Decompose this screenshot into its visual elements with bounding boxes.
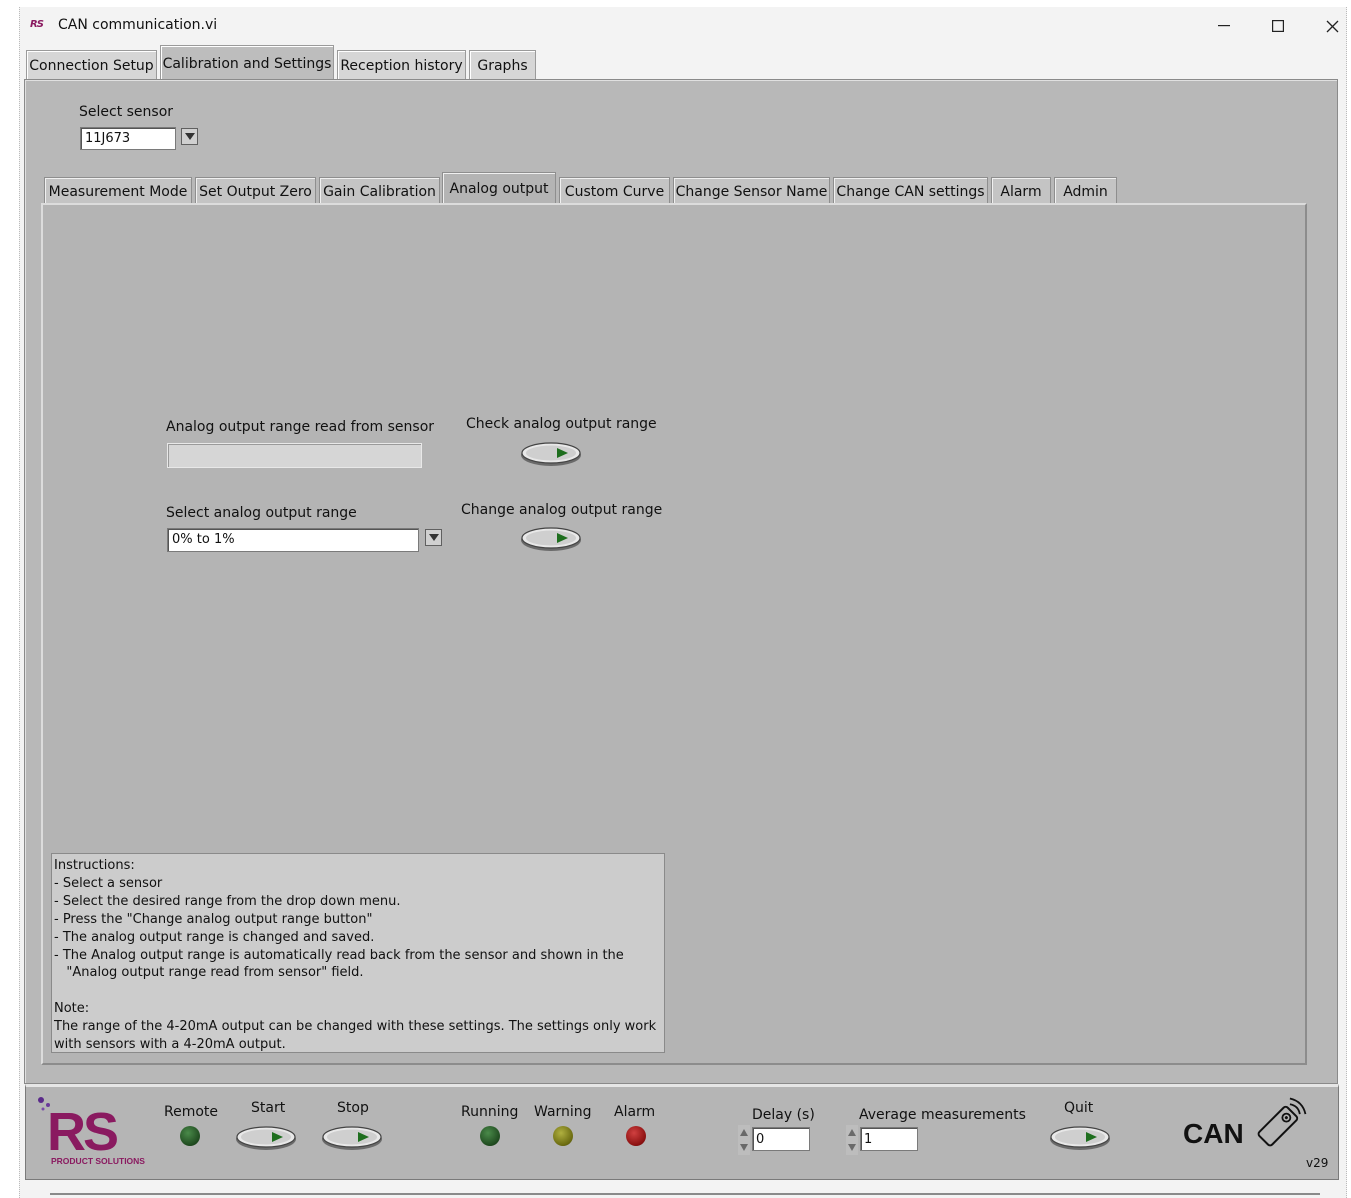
subtab-measurement-mode[interactable]: Measurement Mode bbox=[44, 177, 192, 205]
select-sensor-label: Select sensor bbox=[79, 104, 174, 120]
minimize-icon bbox=[1218, 25, 1230, 27]
can-sensor-icon bbox=[1257, 1097, 1307, 1147]
subtab-label: Alarm bbox=[1000, 183, 1042, 200]
subtab-analog-output[interactable]: Analog output bbox=[442, 172, 556, 205]
minimize-button[interactable] bbox=[1204, 13, 1244, 39]
range-dropdown-arrow[interactable] bbox=[425, 529, 442, 546]
logo-sub-text: PRODUCT SOLUTIONS bbox=[51, 1156, 145, 1166]
stop-label: Stop bbox=[337, 1100, 369, 1116]
spinner-icon[interactable] bbox=[846, 1125, 858, 1155]
rs-product-solutions-logo: RS PRODUCT SOLUTIONS bbox=[38, 1097, 145, 1166]
subtab-admin[interactable]: Admin bbox=[1054, 177, 1117, 205]
subtab-label: Gain Calibration bbox=[323, 183, 436, 200]
maximize-button[interactable] bbox=[1258, 13, 1298, 39]
check-range-button[interactable] bbox=[520, 441, 582, 467]
subtab-change-can-settings[interactable]: Change CAN settings bbox=[833, 177, 988, 205]
stop-button[interactable] bbox=[321, 1125, 383, 1151]
tab-label: Reception history bbox=[340, 57, 463, 74]
maximize-icon bbox=[1272, 20, 1284, 32]
subtab-change-sensor-name[interactable]: Change Sensor Name bbox=[673, 177, 830, 205]
select-range-label: Select analog output range bbox=[166, 505, 357, 521]
subtab-label: Change Sensor Name bbox=[675, 183, 828, 200]
chevron-down-icon bbox=[184, 132, 195, 140]
running-led bbox=[480, 1126, 500, 1146]
running-label: Running bbox=[461, 1104, 519, 1120]
start-button[interactable] bbox=[235, 1125, 297, 1151]
subtab-label: Custom Curve bbox=[564, 183, 665, 200]
instructions-box: Instructions: - Select a sensor - Select… bbox=[51, 853, 665, 1053]
average-input[interactable]: 1 bbox=[860, 1127, 918, 1151]
subtab-label: Analog output bbox=[449, 181, 549, 197]
subtab-label: Measurement Mode bbox=[48, 183, 188, 200]
title-bar: RS CAN communication.vi bbox=[20, 7, 1346, 45]
application-window: RS CAN communication.vi Connection Setup… bbox=[19, 7, 1347, 1198]
remote-label: Remote bbox=[164, 1104, 219, 1120]
subtab-custom-curve[interactable]: Custom Curve bbox=[559, 177, 670, 205]
tab-label: Calibration and Settings bbox=[162, 55, 332, 72]
delay-label: Delay (s) bbox=[752, 1107, 815, 1123]
quit-button[interactable] bbox=[1049, 1125, 1111, 1151]
analog-read-label: Analog output range read from sensor bbox=[166, 419, 435, 435]
subtab-set-output-zero[interactable]: Set Output Zero bbox=[195, 177, 316, 205]
remote-led bbox=[180, 1126, 200, 1146]
spinner-icon[interactable] bbox=[738, 1125, 750, 1155]
tab-graphs[interactable]: Graphs bbox=[469, 50, 536, 80]
subtab-gain-calibration[interactable]: Gain Calibration bbox=[319, 177, 440, 205]
subtab-label: Admin bbox=[1063, 183, 1108, 200]
version-label: v29 bbox=[1306, 1156, 1329, 1170]
chevron-down-icon bbox=[428, 533, 439, 541]
alarm-label: Alarm bbox=[614, 1104, 656, 1120]
average-measurements-label: Average measurements bbox=[859, 1107, 1026, 1123]
horizontal-scrollbar[interactable] bbox=[50, 1193, 1320, 1195]
subtab-label: Set Output Zero bbox=[199, 183, 312, 200]
quit-label: Quit bbox=[1064, 1100, 1094, 1116]
alarm-led bbox=[626, 1126, 646, 1146]
change-range-button[interactable] bbox=[520, 526, 582, 552]
check-range-label: Check analog output range bbox=[466, 416, 657, 432]
subtab-label: Change CAN settings bbox=[836, 183, 985, 200]
tab-label: Graphs bbox=[477, 57, 528, 74]
subtab-alarm[interactable]: Alarm bbox=[991, 177, 1051, 205]
close-icon bbox=[1326, 20, 1338, 32]
logo-main-text: RS bbox=[47, 1102, 117, 1162]
tab-connection-setup[interactable]: Connection Setup bbox=[26, 50, 157, 80]
bottom-control-bar bbox=[25, 1084, 1339, 1180]
warning-led bbox=[553, 1126, 573, 1146]
tab-reception-history[interactable]: Reception history bbox=[337, 50, 466, 80]
warning-label: Warning bbox=[534, 1104, 592, 1120]
select-sensor-dropdown[interactable]: 11J673 bbox=[80, 127, 176, 150]
can-logo-text: CAN bbox=[1183, 1118, 1244, 1149]
change-range-label: Change analog output range bbox=[461, 502, 663, 518]
tab-calibration-and-settings[interactable]: Calibration and Settings bbox=[160, 45, 334, 81]
tab-label: Connection Setup bbox=[29, 57, 154, 74]
close-button[interactable] bbox=[1312, 13, 1351, 39]
analog-read-field bbox=[167, 443, 422, 468]
delay-input[interactable]: 0 bbox=[752, 1127, 810, 1151]
window-title: CAN communication.vi bbox=[58, 17, 218, 33]
app-logo-icon: RS bbox=[30, 19, 44, 30]
select-range-dropdown[interactable]: 0% to 1% bbox=[167, 528, 419, 552]
start-label: Start bbox=[251, 1100, 286, 1116]
sensor-dropdown-arrow[interactable] bbox=[181, 128, 198, 145]
